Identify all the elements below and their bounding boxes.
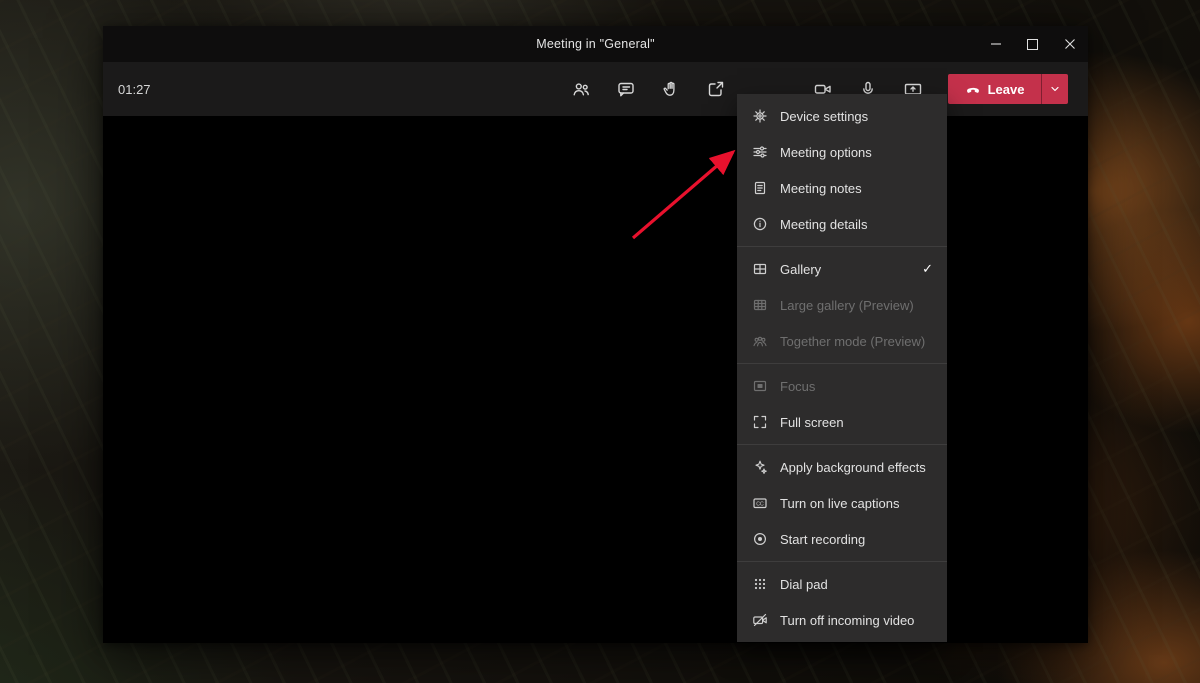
together-mode-icon [751, 333, 768, 350]
menu-item-label: Focus [780, 379, 933, 394]
toolbar-center-group [565, 73, 732, 105]
notes-icon [751, 180, 768, 197]
checkmark-icon: ✓ [922, 261, 933, 277]
menu-item-large-gallery: Large gallery (Preview) [737, 287, 947, 323]
menu-item-label: Device settings [780, 109, 933, 124]
menu-item-apply-background-effects[interactable]: Apply background effects [737, 449, 947, 485]
menu-item-focus: Focus [737, 368, 947, 404]
menu-item-label: Meeting details [780, 217, 933, 232]
window-title: Meeting in "General" [103, 26, 1088, 62]
maximize-icon [1027, 39, 1038, 50]
chevron-down-icon [1049, 83, 1061, 95]
menu-item-label: Turn on live captions [780, 496, 933, 511]
menu-item-dial-pad[interactable]: Dial pad [737, 566, 947, 602]
menu-item-full-screen[interactable]: Full screen [737, 404, 947, 440]
menu-item-start-recording[interactable]: Start recording [737, 521, 947, 557]
video-off-icon [751, 612, 768, 629]
menu-item-label: Dial pad [780, 577, 933, 592]
pop-out-button[interactable] [700, 73, 732, 105]
hang-up-icon [965, 81, 981, 97]
dialpad-icon [751, 576, 768, 593]
leave-options-caret[interactable] [1041, 74, 1068, 104]
menu-item-label: Turn off incoming video [780, 613, 933, 628]
pop-out-icon [706, 79, 726, 99]
background-effects-icon [751, 459, 768, 476]
menu-item-label: Meeting options [780, 145, 933, 160]
leave-button[interactable]: Leave [948, 74, 1068, 104]
gear-icon [751, 108, 768, 125]
menu-item-label: Gallery [780, 262, 910, 277]
chat-button[interactable] [610, 73, 642, 105]
menu-item-meeting-options[interactable]: Meeting options [737, 134, 947, 170]
menu-item-label: Together mode (Preview) [780, 334, 933, 349]
menu-item-meeting-details[interactable]: Meeting details [737, 206, 947, 242]
participants-icon [571, 79, 591, 99]
menu-item-label: Apply background effects [780, 460, 933, 475]
menu-item-label: Meeting notes [780, 181, 933, 196]
record-icon [751, 531, 768, 548]
info-icon [751, 216, 768, 233]
captions-icon: CC [751, 495, 768, 512]
meeting-timer: 01:27 [118, 62, 151, 116]
menu-item-label: Start recording [780, 532, 933, 547]
participants-button[interactable] [565, 73, 597, 105]
menu-divider [737, 363, 947, 364]
window-titlebar: Meeting in "General" [103, 26, 1088, 62]
fullscreen-icon [751, 414, 768, 431]
minimize-button[interactable] [977, 26, 1014, 62]
menu-divider [737, 444, 947, 445]
leave-button-label: Leave [988, 82, 1025, 97]
menu-item-turn-off-incoming-video[interactable]: Turn off incoming video [737, 602, 947, 638]
chat-icon [616, 79, 636, 99]
menu-item-turn-on-live-captions[interactable]: CC Turn on live captions [737, 485, 947, 521]
raise-hand-button[interactable] [655, 73, 687, 105]
menu-divider [737, 561, 947, 562]
sliders-icon [751, 144, 768, 161]
large-gallery-icon [751, 297, 768, 314]
maximize-button[interactable] [1014, 26, 1051, 62]
gallery-grid-icon [751, 261, 768, 278]
menu-item-meeting-notes[interactable]: Meeting notes [737, 170, 947, 206]
menu-item-together-mode: Together mode (Preview) [737, 323, 947, 359]
svg-text:CC: CC [756, 501, 764, 507]
menu-item-gallery[interactable]: Gallery ✓ [737, 251, 947, 287]
leave-button-main[interactable]: Leave [948, 74, 1041, 104]
close-button[interactable] [1051, 26, 1088, 62]
menu-item-label: Large gallery (Preview) [780, 298, 933, 313]
focus-icon [751, 378, 768, 395]
close-icon [1065, 39, 1075, 49]
menu-divider [737, 246, 947, 247]
raise-hand-icon [661, 79, 681, 99]
more-actions-menu: Device settings Meeting options Meet [737, 94, 947, 642]
menu-item-device-settings[interactable]: Device settings [737, 98, 947, 134]
menu-item-label: Full screen [780, 415, 933, 430]
window-controls [977, 26, 1088, 62]
